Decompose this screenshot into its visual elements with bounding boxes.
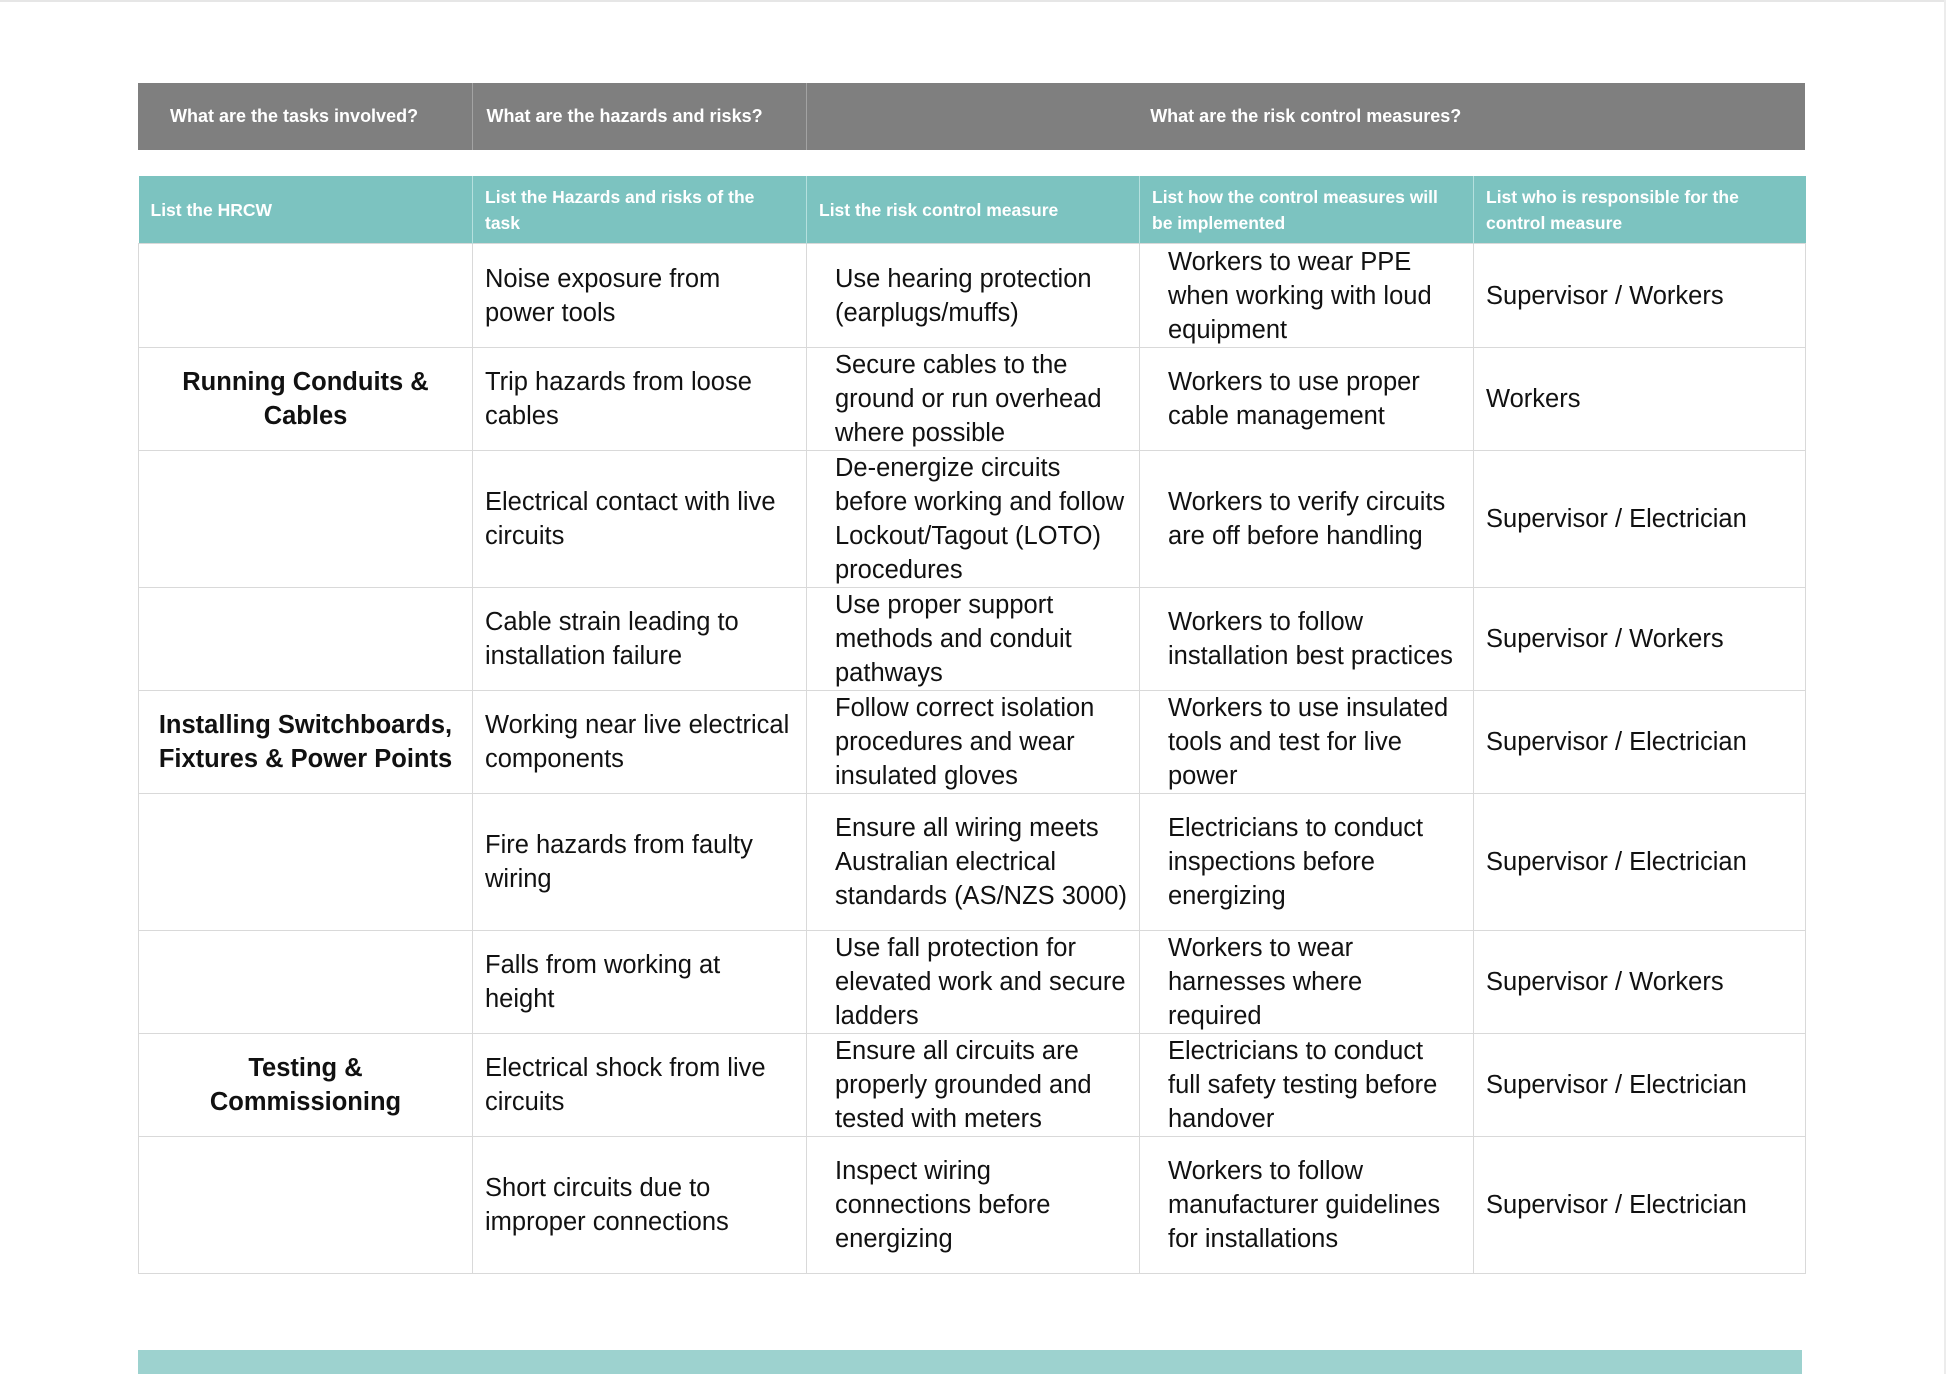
task-cell <box>138 587 473 691</box>
task-cell <box>138 1136 473 1274</box>
control-cell: Follow correct isolation procedures and … <box>806 690 1140 794</box>
responsible-cell: Supervisor / Electrician <box>1473 690 1806 794</box>
responsible-cell: Supervisor / Workers <box>1473 587 1806 691</box>
implementation-cell: Workers to use proper cable management <box>1139 347 1474 451</box>
hazard-cell: Fire hazards from faulty wiring <box>472 793 807 931</box>
control-cell: De-energize circuits before working and … <box>806 450 1140 588</box>
implementation-cell: Workers to wear harnesses where required <box>1139 930 1474 1034</box>
hazard-cell: Working near live electrical components <box>472 690 807 794</box>
control-cell: Use proper support methods and conduit p… <box>806 587 1140 691</box>
control-cell: Ensure all circuits are properly grounde… <box>806 1033 1140 1137</box>
hazard-cell: Short circuits due to improper connectio… <box>472 1136 807 1274</box>
table-row: Short circuits due to improper connectio… <box>138 1136 1806 1274</box>
responsible-cell: Workers <box>1473 347 1806 451</box>
task-cell <box>138 930 473 1034</box>
header-controls: What are the risk control measures? <box>806 83 1805 150</box>
control-cell: Use fall protection for elevated work an… <box>806 930 1140 1034</box>
table-row: Testing & Commissioning Electrical shock … <box>138 1033 1806 1137</box>
responsible-cell: Supervisor / Electrician <box>1473 1033 1806 1137</box>
hazard-cell: Trip hazards from loose cables <box>472 347 807 451</box>
hazard-cell: Noise exposure from power tools <box>472 243 807 348</box>
footer-bar <box>138 1350 1802 1374</box>
task-cell <box>138 243 473 348</box>
implementation-cell: Workers to verify circuits are off befor… <box>1139 450 1474 588</box>
task-cell: Running Conduits & Cables <box>138 347 473 451</box>
control-cell: Ensure all wiring meets Australian elect… <box>806 793 1140 931</box>
responsible-cell: Supervisor / Electrician <box>1473 1136 1806 1274</box>
column-header-row: List the HRCW List the Hazards and risks… <box>138 176 1806 244</box>
task-cell: Installing Switchboards, Fixtures & Powe… <box>138 690 473 794</box>
table-row: Electrical contact with live circuits De-… <box>138 450 1806 588</box>
section-header-table: What are the tasks involved? What are th… <box>138 83 1805 150</box>
table-row: Installing Switchboards, Fixtures & Powe… <box>138 690 1806 794</box>
hazard-cell: Falls from working at height <box>472 930 807 1034</box>
col-header-responsible: List who is responsible for the control … <box>1473 176 1806 244</box>
hazard-cell: Electrical contact with live circuits <box>472 450 807 588</box>
implementation-cell: Electricians to conduct full safety test… <box>1139 1033 1474 1137</box>
implementation-cell: Workers to follow installation best prac… <box>1139 587 1474 691</box>
table-row: Noise exposure from power tools Use heari… <box>138 243 1806 348</box>
implementation-cell: Electricians to conduct inspections befo… <box>1139 793 1474 931</box>
col-header-control: List the risk control measure <box>806 176 1140 244</box>
implementation-cell: Workers to follow manufacturer guideline… <box>1139 1136 1474 1274</box>
col-header-hrcw: List the HRCW <box>138 176 473 244</box>
responsible-cell: Supervisor / Workers <box>1473 243 1806 348</box>
table-row: Cable strain leading to installation fai… <box>138 587 1806 691</box>
table-row: Fire hazards from faulty wiring Ensure al… <box>138 793 1806 931</box>
control-cell: Inspect wiring connections before energi… <box>806 1136 1140 1274</box>
task-cell <box>138 450 473 588</box>
control-cell: Secure cables to the ground or run overh… <box>806 347 1140 451</box>
responsible-cell: Supervisor / Workers <box>1473 930 1806 1034</box>
control-cell: Use hearing protection (earplugs/muffs) <box>806 243 1140 348</box>
implementation-cell: Workers to wear PPE when working with lo… <box>1139 243 1474 348</box>
risk-assessment-table: List the HRCW List the Hazards and risks… <box>138 176 1806 1274</box>
header-hazards: What are the hazards and risks? <box>472 83 807 150</box>
hazard-cell: Electrical shock from live circuits <box>472 1033 807 1137</box>
header-tasks: What are the tasks involved? <box>138 83 473 150</box>
section-header-row: What are the tasks involved? What are th… <box>138 83 1805 150</box>
responsible-cell: Supervisor / Electrician <box>1473 793 1806 931</box>
page-top-edge <box>0 0 1946 2</box>
task-cell <box>138 793 473 931</box>
responsible-cell: Supervisor / Electrician <box>1473 450 1806 588</box>
col-header-implementation: List how the control measures will be im… <box>1139 176 1474 244</box>
col-header-hazards: List the Hazards and risks of the task <box>472 176 807 244</box>
task-cell: Testing & Commissioning <box>138 1033 473 1137</box>
hazard-cell: Cable strain leading to installation fai… <box>472 587 807 691</box>
table-row: Falls from working at height Use fall pro… <box>138 930 1806 1034</box>
table-row: Running Conduits & Cables Trip hazards fr… <box>138 347 1806 451</box>
implementation-cell: Workers to use insulated tools and test … <box>1139 690 1474 794</box>
